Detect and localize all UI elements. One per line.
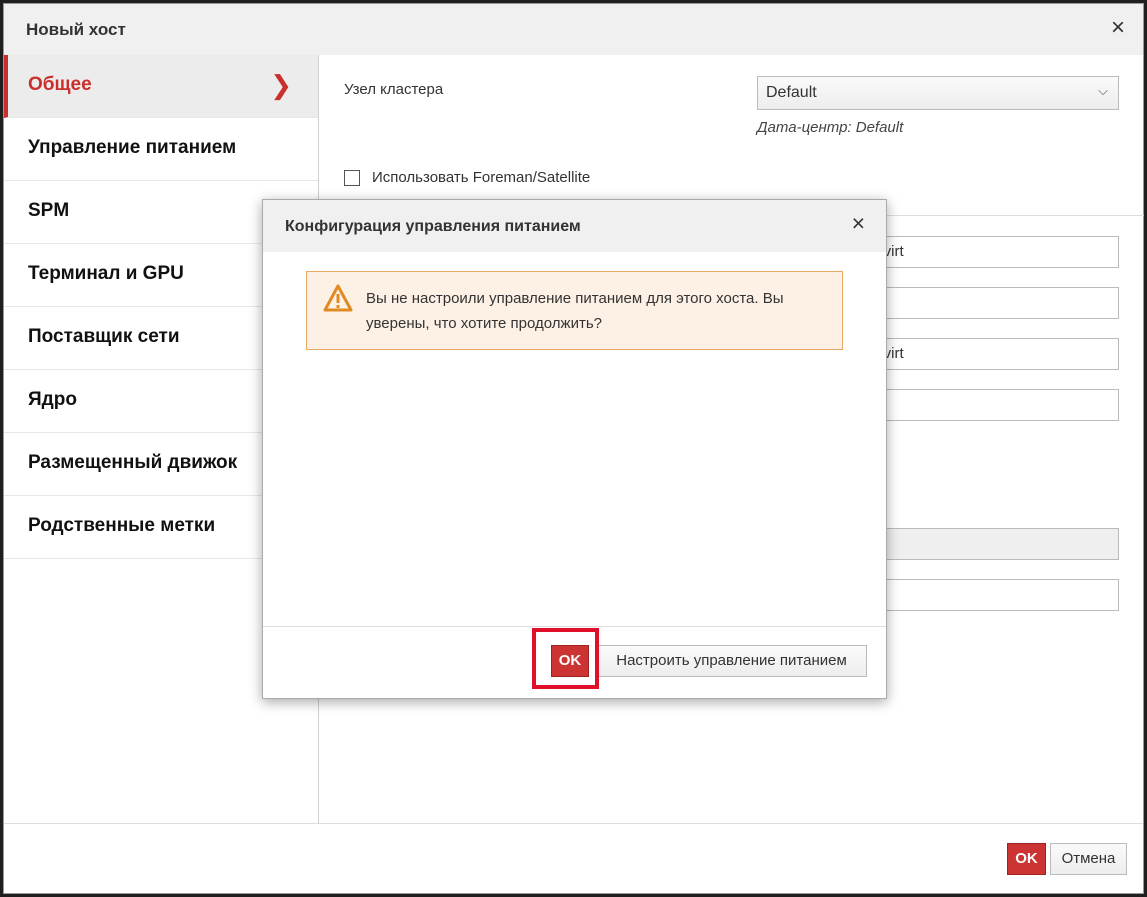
close-icon[interactable]: × <box>1111 14 1125 42</box>
hostname-field[interactable]: edvirt <box>860 338 1119 370</box>
cluster-label: Узел кластера <box>344 81 444 98</box>
dialog-footer: OK Отмена <box>4 823 1143 895</box>
close-icon[interactable]: × <box>852 210 865 237</box>
power-management-confirm-dialog: Конфигурация управления питанием × Вы не… <box>262 199 887 699</box>
sidebar-item-label: Размещенный движок <box>28 452 238 473</box>
sidebar-item-label: Поставщик сети <box>28 326 180 347</box>
confirm-ok-button[interactable]: OK <box>551 645 589 677</box>
cancel-button[interactable]: Отмена <box>1050 843 1127 875</box>
ssh-port-field[interactable] <box>860 389 1119 421</box>
cluster-select-value: Default <box>766 84 817 101</box>
confirm-dialog-header: Конфигурация управления питанием × <box>263 200 886 252</box>
name-field[interactable]: edvirt <box>860 236 1119 268</box>
sidebar-item-power-management[interactable]: Управление питанием <box>4 118 318 181</box>
datacenter-info: Дата-центр: Default <box>757 119 904 136</box>
sidebar-item-label: Управление питанием <box>28 137 237 158</box>
user-field <box>860 528 1119 560</box>
chevron-right-icon: ❯ <box>270 70 292 100</box>
dialog-title: Новый хост <box>26 20 126 39</box>
sidebar-item-label: SPM <box>28 200 70 221</box>
warning-alert: Вы не настроили управление питанием для … <box>306 271 843 350</box>
dialog-header: Новый хост × <box>4 4 1143 55</box>
cluster-select[interactable]: Default ⌵ <box>757 76 1119 110</box>
sidebar-item-label: Ядро <box>28 389 77 410</box>
chevron-down-icon: ⌵ <box>1098 83 1108 98</box>
configure-power-management-button[interactable]: Настроить управление питанием <box>596 645 867 677</box>
foreman-checkbox[interactable] <box>344 169 360 186</box>
foreman-option: Использовать Foreman/Satellite <box>344 169 590 186</box>
sidebar-item-label: Терминал и GPU <box>28 263 184 284</box>
password-field[interactable] <box>860 579 1119 611</box>
confirm-dialog-footer-divider <box>263 626 886 627</box>
sidebar-item-label: Общее <box>28 74 92 95</box>
ok-button[interactable]: OK <box>1007 843 1046 875</box>
warning-message: Вы не настроили управление питанием для … <box>366 290 784 332</box>
comment-field[interactable] <box>860 287 1119 319</box>
sidebar-item-label: Родственные метки <box>28 515 216 536</box>
sidebar-item-general[interactable]: Общее ❯ <box>4 55 318 118</box>
foreman-label: Использовать Foreman/Satellite <box>372 169 591 186</box>
confirm-dialog-title: Конфигурация управления питанием <box>285 218 581 235</box>
warning-triangle-icon <box>323 284 353 317</box>
